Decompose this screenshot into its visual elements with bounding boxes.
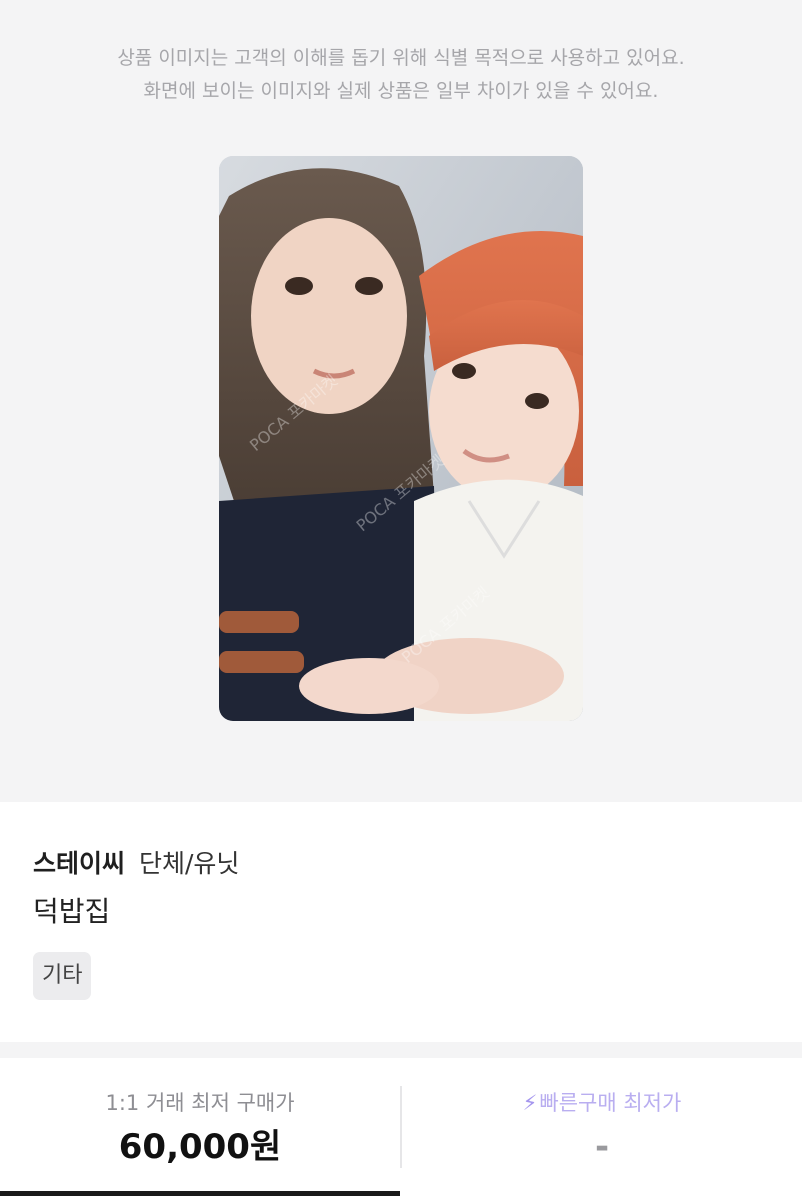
image-notice-line-2: 화면에 보이는 이미지와 실제 상품은 일부 차이가 있을 수 있어요. xyxy=(143,80,659,102)
photocard-illustration: POCA 포카마켓 POCA 포카마켓 POCA 포카마켓 xyxy=(219,156,583,721)
one-to-one-price-value: 60,000원 xyxy=(118,1127,282,1167)
group-line: 스테이씨 단체/유닛 xyxy=(33,846,239,882)
lightning-bolt-icon: ⚡ xyxy=(522,1091,538,1115)
fast-purchase-label: 빠른구매 최저가 xyxy=(539,1091,682,1115)
product-info-section: 스테이씨 단체/유닛 덕밥집 기타 xyxy=(0,802,802,1042)
active-tab-underline xyxy=(0,1191,400,1196)
one-to-one-price-label: 1:1 거래 최저 구매가 xyxy=(105,1091,295,1115)
one-to-one-price-tab[interactable]: 1:1 거래 최저 구매가 60,000원 xyxy=(0,1058,400,1200)
section-divider xyxy=(0,1042,802,1058)
group-name[interactable]: 스테이씨 xyxy=(33,849,125,878)
group-type: 단체/유닛 xyxy=(138,849,240,878)
fast-purchase-price-value: - xyxy=(594,1127,610,1167)
image-notice-line-1: 상품 이미지는 고객의 이해를 돕기 위해 식별 목적으로 사용하고 있어요. xyxy=(117,47,685,69)
price-section: 1:1 거래 최저 구매가 60,000원 ⚡빠른구매 최저가 - xyxy=(0,1058,802,1200)
image-notice: 상품 이미지는 고객의 이해를 돕기 위해 식별 목적으로 사용하고 있어요. … xyxy=(0,42,802,108)
category-chip[interactable]: 기타 xyxy=(33,952,92,1000)
product-name: 덕밥집 xyxy=(33,895,111,928)
fast-purchase-label-row: ⚡빠른구매 최저가 xyxy=(402,1088,802,1118)
product-image-section: 상품 이미지는 고객의 이해를 돕기 위해 식별 목적으로 사용하고 있어요. … xyxy=(0,0,802,802)
product-photocard-image[interactable]: POCA 포카마켓 POCA 포카마켓 POCA 포카마켓 xyxy=(219,156,583,721)
fast-purchase-price-tab[interactable]: ⚡빠른구매 최저가 - xyxy=(402,1058,802,1200)
